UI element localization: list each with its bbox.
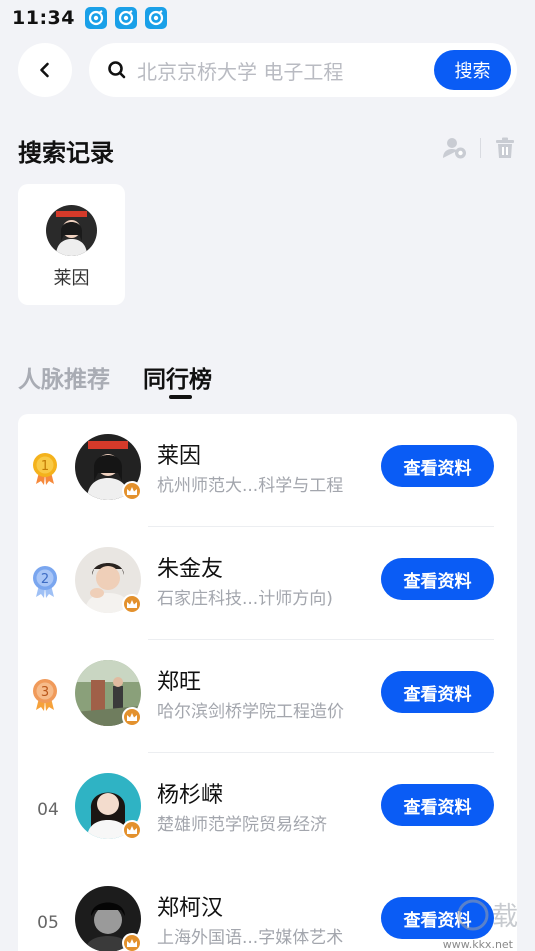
- crown-icon: [122, 707, 142, 727]
- history-actions: [442, 136, 517, 160]
- search-bar[interactable]: 北京京桥大学 电子工程 搜索: [89, 43, 517, 97]
- person-name: 郑旺: [157, 670, 202, 695]
- person-school: 哈尔滨剑桥学院工程造价: [157, 702, 344, 722]
- notification-app-icon: [114, 7, 137, 29]
- view-profile-button[interactable]: 查看资料: [381, 558, 494, 600]
- list-item[interactable]: 2 朱金友 石家庄科技...计师方向) 查看资料: [18, 527, 517, 640]
- person-school: 上海外国语...字媒体艺术: [157, 928, 344, 948]
- avatar: [46, 205, 97, 256]
- rank-label: 04: [37, 800, 59, 820]
- chevron-left-icon: [40, 62, 49, 78]
- rank-label: 3: [41, 685, 49, 700]
- search-history-title: 搜索记录: [18, 139, 114, 167]
- history-item-name: 莱因: [53, 268, 90, 289]
- user-hide-icon[interactable]: [442, 136, 468, 160]
- watermark-glyph: 载: [492, 902, 518, 932]
- bronze-medal-icon: 3: [33, 679, 57, 711]
- history-item[interactable]: 莱因: [18, 184, 125, 305]
- list-item[interactable]: 1 莱因 杭州师范大...科学与工程 查看资料: [18, 414, 517, 527]
- ranking-list: 1 莱因 杭州师范大...科学与工程 查看资料 2 朱金友 石家庄科技...计师…: [18, 414, 517, 951]
- trash-icon[interactable]: [493, 136, 517, 160]
- list-item[interactable]: 3 郑旺 哈尔滨剑桥学院工程造价 查看资料: [18, 640, 517, 753]
- gold-medal-icon: 1: [33, 453, 57, 485]
- watermark-text: www.kkx.net: [442, 938, 513, 951]
- status-time: 11:34: [12, 7, 75, 29]
- status-icons: [84, 7, 167, 29]
- search-icon: [108, 61, 126, 79]
- rank-label: 2: [41, 572, 49, 587]
- back-button[interactable]: [18, 43, 72, 97]
- crown-icon: [122, 594, 142, 614]
- person-name: 莱因: [157, 444, 202, 469]
- rank-label: 1: [41, 459, 49, 474]
- status-bar: 11:34: [0, 0, 535, 36]
- view-profile-button[interactable]: 查看资料: [381, 671, 494, 713]
- search-button[interactable]: 搜索: [434, 50, 511, 90]
- crown-icon: [122, 933, 142, 951]
- notification-app-icon: [84, 7, 107, 29]
- person-name: 郑柯汉: [157, 896, 224, 921]
- notification-app-icon: [144, 7, 167, 29]
- person-school: 石家庄科技...计师方向): [157, 589, 333, 609]
- rank-label: 05: [37, 913, 59, 933]
- tab-peer-ranking[interactable]: 同行榜: [143, 360, 212, 394]
- view-profile-button[interactable]: 查看资料: [381, 784, 494, 826]
- person-name: 朱金友: [157, 557, 224, 582]
- view-profile-button[interactable]: 查看资料: [381, 445, 494, 487]
- person-school: 杭州师范大...科学与工程: [157, 476, 344, 496]
- person-school: 楚雄师范学院贸易经济: [157, 815, 327, 835]
- crown-icon: [122, 481, 142, 501]
- person-name: 杨杉嵘: [157, 783, 224, 808]
- list-item[interactable]: 04 杨杉嵘 楚雄师范学院贸易经济 查看资料: [18, 753, 517, 866]
- silver-medal-icon: 2: [33, 566, 57, 598]
- divider: [480, 138, 481, 158]
- tab-recommend[interactable]: 人脉推荐: [18, 360, 110, 394]
- tab-active-indicator: [169, 395, 192, 399]
- crown-icon: [122, 820, 142, 840]
